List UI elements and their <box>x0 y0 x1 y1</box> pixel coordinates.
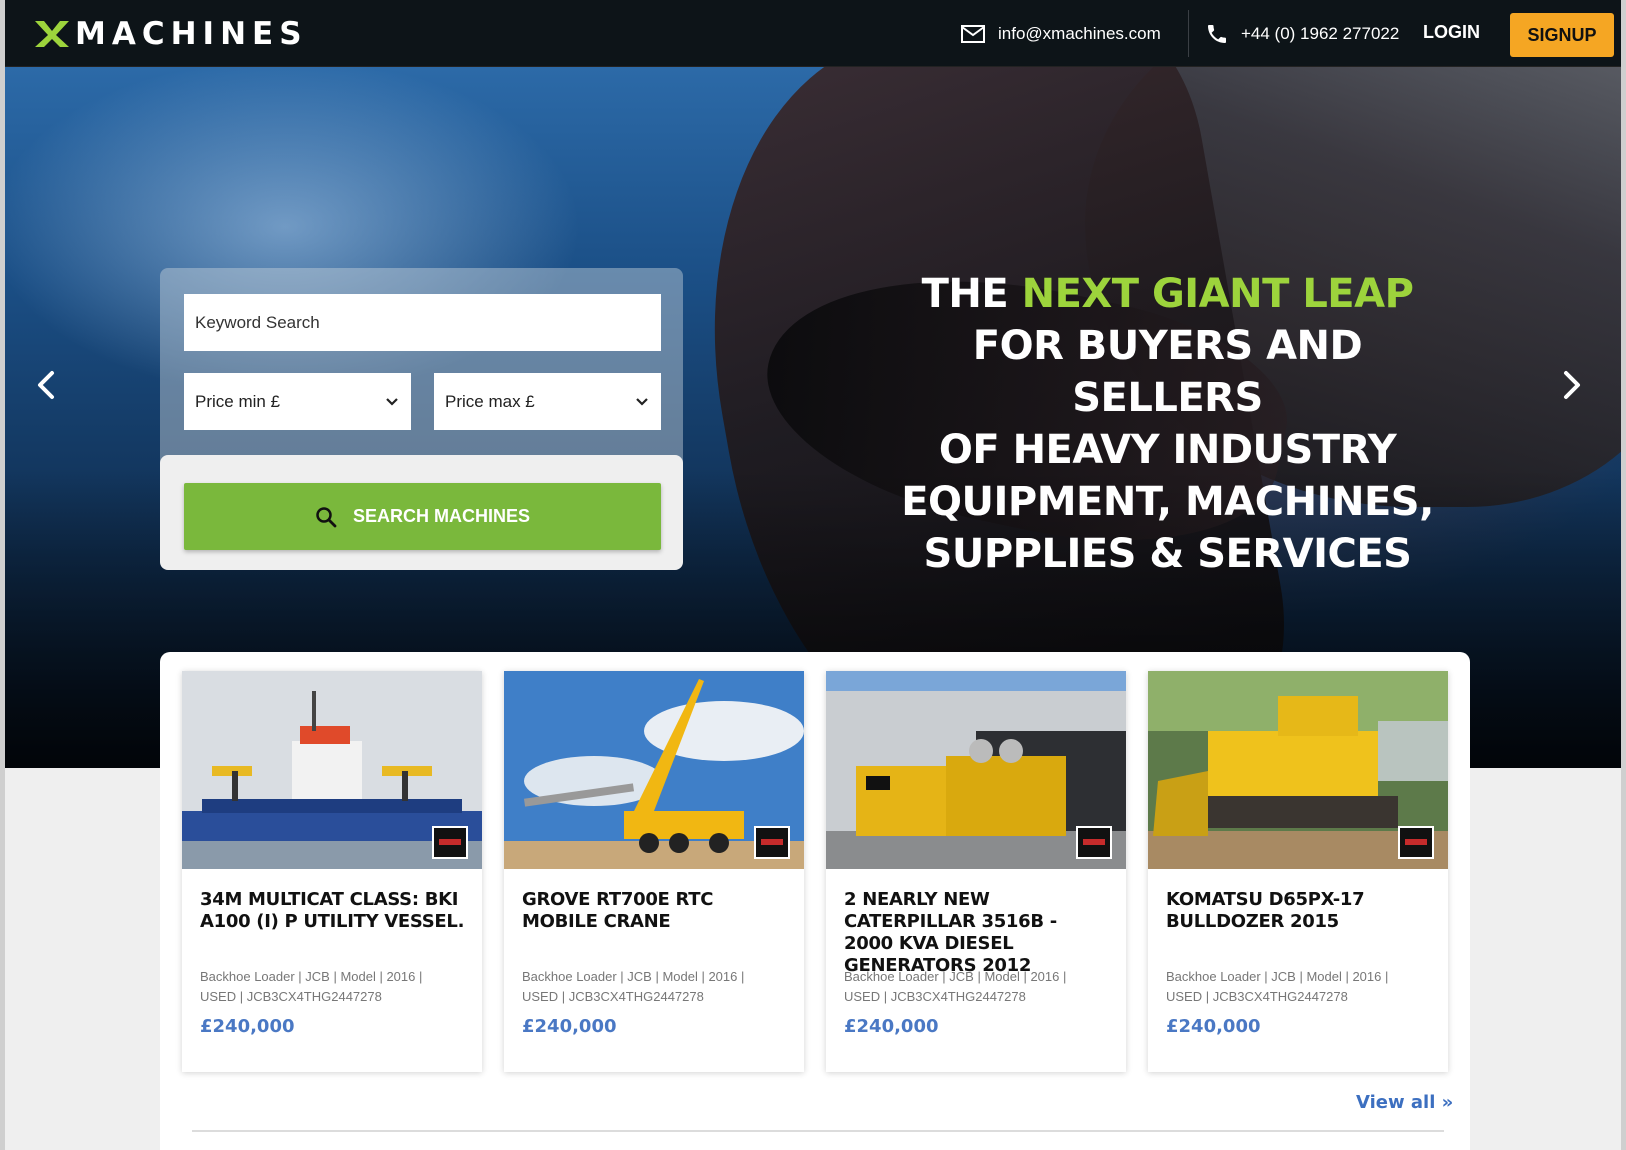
listing-image-bulldozer <box>1148 671 1448 869</box>
listing-price: £240,000 <box>844 1016 939 1037</box>
carousel-prev-arrow-icon[interactable] <box>32 365 62 405</box>
listing-meta: Backhoe Loader | JCB | Model | 2016 | US… <box>1166 967 1436 1007</box>
price-min-select[interactable]: Price min £ <box>184 373 411 430</box>
listing-meta-line: USED | JCB3CX4THG2447278 <box>200 989 382 1004</box>
listing-meta-line: USED | JCB3CX4THG2447278 <box>844 989 1026 1004</box>
listing-meta-line: USED | JCB3CX4THG2447278 <box>1166 989 1348 1004</box>
listing-title: 2 NEARLY NEW CATERPILLAR 3516B - 2000 KV… <box>844 889 1057 976</box>
dealer-badge <box>1398 826 1434 859</box>
listing-image-vessel <box>182 671 482 869</box>
listing-meta: Backhoe Loader | JCB | Model | 2016 | US… <box>522 967 792 1007</box>
listing-image-crane <box>504 671 804 869</box>
headline-line-3: OF HEAVY INDUSTRY <box>938 427 1397 473</box>
listing-card[interactable]: 2 NEARLY NEW CATERPILLAR 3516B - 2000 KV… <box>826 671 1126 1072</box>
listing-title: 34M MULTICAT CLASS: BKI A100 (I) P UTILI… <box>200 889 465 932</box>
dealer-badge <box>1076 826 1112 859</box>
site-logo[interactable]: MACHINES <box>33 16 308 52</box>
listing-card[interactable]: GROVE RT700E RTC MOBILE CRANE Backhoe Lo… <box>504 671 804 1072</box>
phone-contact[interactable]: +44 (0) 1962 277022 <box>1205 20 1399 48</box>
signup-button[interactable]: SIGNUP <box>1510 13 1614 57</box>
headline-line-2: FOR BUYERS AND SELLERS <box>972 323 1363 421</box>
nav-divider <box>1188 10 1189 57</box>
listing-meta-line: Backhoe Loader | JCB | Model | 2016 | <box>1166 969 1389 984</box>
listing-price: £240,000 <box>1166 1016 1261 1037</box>
listing-price: £240,000 <box>522 1016 617 1037</box>
listing-meta-line: Backhoe Loader | JCB | Model | 2016 | <box>844 969 1067 984</box>
headline-lead: THE <box>921 271 1022 317</box>
search-button-label: SEARCH MACHINES <box>352 506 530 526</box>
search-machines-button[interactable]: SEARCH MACHINES <box>184 483 661 550</box>
listing-card[interactable]: KOMATSU D65PX-17 BULLDOZER 2015 Backhoe … <box>1148 671 1448 1072</box>
listing-card[interactable]: 34M MULTICAT CLASS: BKI A100 (I) P UTILI… <box>182 671 482 1072</box>
phone-number: +44 (0) 1962 277022 <box>1241 24 1400 43</box>
search-icon <box>316 506 337 527</box>
carousel-next-arrow-icon[interactable] <box>1556 365 1586 405</box>
listing-meta-line: USED | JCB3CX4THG2447278 <box>522 989 704 1004</box>
price-max-select[interactable]: Price max £ <box>434 373 661 430</box>
login-link[interactable]: LOGIN <box>1423 22 1480 43</box>
price-max-label: Price max £ <box>445 391 535 411</box>
chevron-down-icon <box>386 397 398 406</box>
listing-meta-line: Backhoe Loader | JCB | Model | 2016 | <box>200 969 423 984</box>
headline-line-5: SUPPLIES & SERVICES <box>923 531 1412 577</box>
view-all-link[interactable]: View all » <box>1356 1092 1453 1113</box>
listing-price: £240,000 <box>200 1016 295 1037</box>
listing-meta-line: Backhoe Loader | JCB | Model | 2016 | <box>522 969 745 984</box>
headline-accent: NEXT GIANT LEAP <box>1021 271 1414 317</box>
listing-meta: Backhoe Loader | JCB | Model | 2016 | US… <box>844 967 1114 1007</box>
email-address: info@xmachines.com <box>998 24 1161 43</box>
email-contact[interactable]: info@xmachines.com <box>960 20 1161 48</box>
logo-text: MACHINES <box>75 16 308 52</box>
chevron-down-icon <box>636 397 648 406</box>
listings-divider <box>192 1130 1444 1132</box>
phone-icon <box>1208 25 1226 43</box>
logo-x-icon <box>35 21 69 47</box>
listing-title: KOMATSU D65PX-17 BULLDOZER 2015 <box>1166 889 1365 932</box>
dealer-badge <box>754 826 790 859</box>
hero-headline: THE NEXT GIANT LEAP FOR BUYERS AND SELLE… <box>880 268 1455 580</box>
keyword-search-input[interactable] <box>184 294 661 351</box>
top-navbar: MACHINES info@xmachines.com +44 (0) 1962… <box>5 0 1621 67</box>
headline-line-4: EQUIPMENT, MACHINES, <box>901 479 1434 525</box>
headline-line-1: THE NEXT GIANT LEAP <box>880 268 1455 320</box>
envelope-icon <box>961 25 985 43</box>
listing-image-generator <box>826 671 1126 869</box>
listing-meta: Backhoe Loader | JCB | Model | 2016 | US… <box>200 967 470 1007</box>
dealer-badge <box>432 826 468 859</box>
price-min-label: Price min £ <box>195 391 281 411</box>
listing-title: GROVE RT700E RTC MOBILE CRANE <box>522 889 714 932</box>
